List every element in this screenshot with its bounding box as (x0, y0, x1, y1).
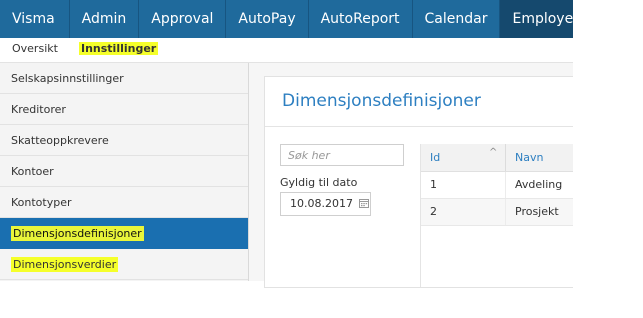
subnav-innstillinger[interactable]: Innstillinger (79, 42, 159, 55)
sub-navigation: Oversikt Innstillinger (0, 38, 573, 63)
tab-autopay[interactable]: AutoPay (226, 0, 309, 38)
tab-approval[interactable]: Approval (139, 0, 227, 38)
column-divider (505, 144, 506, 171)
top-navigation: Visma Admin Approval AutoPay AutoReport … (0, 0, 573, 38)
tab-visma[interactable]: Visma (0, 0, 70, 38)
sidebar-item-label: Kontoer (11, 165, 54, 178)
subnav-oversikt[interactable]: Oversikt (12, 42, 58, 55)
app-viewport: Visma Admin Approval AutoPay AutoReport … (0, 0, 573, 318)
column-divider (505, 172, 506, 198)
sidebar-item-skatteoppkrevere[interactable]: Skatteoppkrevere (0, 125, 248, 156)
main-content: Dimensjonsdefinisjoner Gyldig til dato 1… (249, 63, 573, 288)
grid-header: Id ^ Navn (421, 144, 573, 172)
sidebar-item-dimensjonsdefinisjoner[interactable]: Dimensjonsdefinisjoner (0, 218, 248, 249)
sidebar-item-label: Kreditorer (11, 103, 66, 116)
content-panel: Dimensjonsdefinisjoner Gyldig til dato 1… (264, 76, 573, 288)
date-field[interactable]: 10.08.2017 (280, 192, 371, 216)
column-header-id[interactable]: Id (430, 144, 440, 171)
calendar-icon[interactable] (359, 198, 369, 208)
cell-navn: Prosjekt (515, 205, 559, 218)
sidebar-item-selskapsinnstillinger[interactable]: Selskapsinnstillinger (0, 63, 248, 94)
sidebar-item-label: Selskapsinnstillinger (11, 72, 124, 85)
tab-admin[interactable]: Admin (70, 0, 140, 38)
search-input[interactable] (280, 144, 404, 166)
column-divider (505, 199, 506, 225)
cell-id: 2 (430, 205, 437, 218)
column-header-navn[interactable]: Navn (515, 144, 543, 171)
table-row[interactable]: 1 Avdeling (421, 172, 573, 199)
settings-sidebar: Selskapsinnstillinger Kreditorer Skatteo… (0, 63, 249, 281)
sidebar-item-label: Kontotyper (11, 196, 72, 209)
sidebar-item-kontoer[interactable]: Kontoer (0, 156, 248, 187)
tab-autoreport[interactable]: AutoReport (309, 0, 413, 38)
sidebar-item-dimensjonsverdier[interactable]: Dimensjonsverdier (0, 249, 248, 280)
sidebar-item-label: Skatteoppkrevere (11, 134, 109, 147)
tab-employees[interactable]: Employees (500, 0, 573, 38)
title-divider (265, 126, 573, 127)
page-title: Dimensjonsdefinisjoner (282, 91, 481, 111)
sidebar-item-kontotyper[interactable]: Kontotyper (0, 187, 248, 218)
sort-up-icon[interactable]: ^ (489, 147, 497, 158)
sidebar-item-label: Dimensjonsdefinisjoner (11, 226, 144, 241)
tab-calendar[interactable]: Calendar (413, 0, 501, 38)
sidebar-item-label: Dimensjonsverdier (11, 257, 119, 272)
table-row[interactable]: 2 Prosjekt (421, 199, 573, 226)
date-label: Gyldig til dato (280, 176, 358, 189)
dimension-grid: Id ^ Navn 1 Avdeling 2 Prosjekt (420, 144, 573, 287)
sidebar-item-kreditorer[interactable]: Kreditorer (0, 94, 248, 125)
cell-navn: Avdeling (515, 178, 563, 191)
cell-id: 1 (430, 178, 437, 191)
